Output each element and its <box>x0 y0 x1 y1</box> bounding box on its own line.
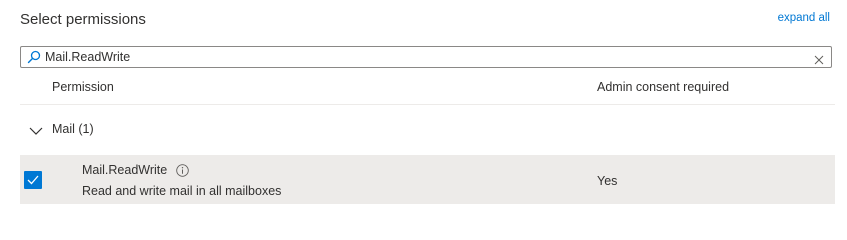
search-input[interactable] <box>45 48 814 66</box>
group-row-mail[interactable]: Mail (1) <box>20 105 835 153</box>
permission-name: Mail.ReadWrite <box>82 163 168 177</box>
group-label: Mail (1) <box>52 122 94 136</box>
close-icon[interactable] <box>814 52 824 65</box>
search-box[interactable] <box>20 46 832 68</box>
panel-title: Select permissions <box>20 11 146 28</box>
chevron-down-icon[interactable] <box>29 123 43 135</box>
admin-consent-value: Yes <box>597 174 618 188</box>
expand-all-link[interactable]: expand all <box>778 12 830 24</box>
search-icon <box>27 50 41 64</box>
permission-checkbox[interactable] <box>24 171 42 189</box>
column-header-permission: Permission <box>52 80 114 94</box>
column-header-admin-consent: Admin consent required <box>597 80 730 94</box>
table-row[interactable]: Mail.ReadWrite Read and write mail in al… <box>20 155 835 204</box>
info-icon[interactable] <box>176 164 189 177</box>
table-header: Permission Admin consent required <box>20 70 835 105</box>
permission-description: Read and write mail in all mailboxes <box>82 184 282 198</box>
